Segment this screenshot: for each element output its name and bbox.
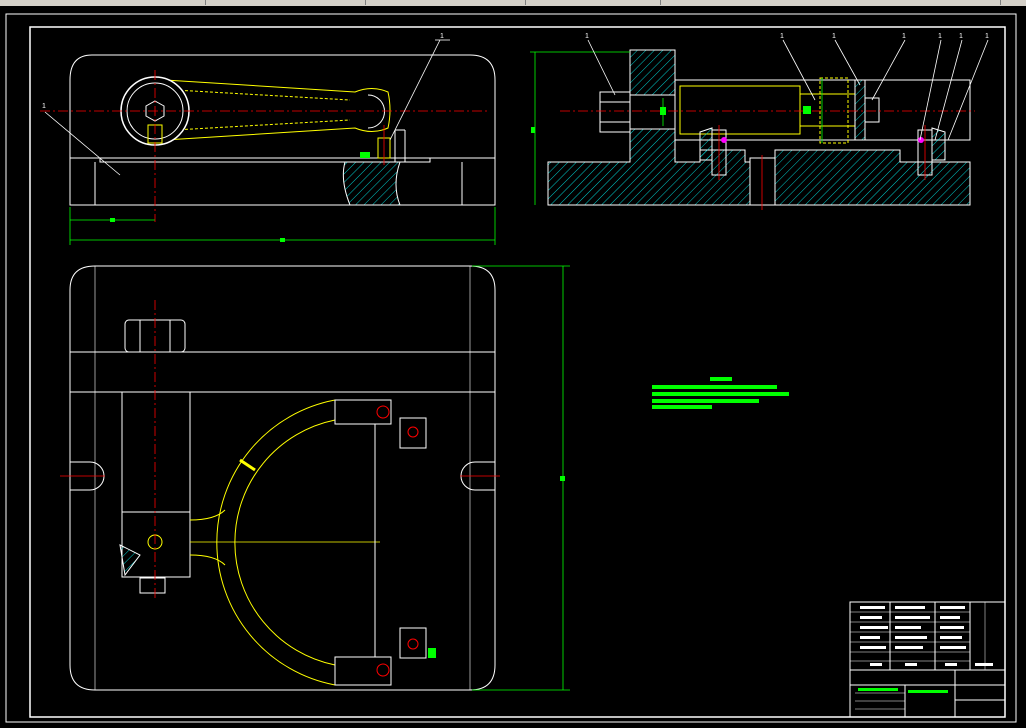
clamp-rib <box>239 458 256 472</box>
bolt-hole-icon <box>918 137 924 143</box>
dimension-value-marker <box>560 476 565 481</box>
clamp-jaw-top <box>334 399 392 425</box>
balloon-label: 1 <box>42 103 46 110</box>
toolbar-segment <box>205 0 366 5</box>
dimension-marker <box>360 152 370 158</box>
plan-view <box>60 265 570 691</box>
balloon-label: 1 <box>959 33 963 40</box>
seal-hatch <box>699 127 713 161</box>
locator-block <box>399 627 427 659</box>
bolt-hole-icon <box>407 638 419 650</box>
notes-heading <box>710 377 732 381</box>
section-hatch-area <box>342 161 401 206</box>
cylinder-end <box>121 511 191 578</box>
balloon-label: 1 <box>780 33 784 40</box>
plan-view-edges <box>94 266 471 690</box>
clamp-arm-icon <box>189 509 226 566</box>
title-block <box>849 601 1006 718</box>
plan-view-body-outline <box>69 265 496 691</box>
note-line <box>652 399 759 403</box>
balloon-label: 1 <box>938 33 942 40</box>
clamp-jaw-bottom <box>334 656 392 686</box>
dimension-value-marker <box>660 107 666 115</box>
note-line <box>652 405 712 409</box>
dimension-value-marker <box>428 648 436 658</box>
end-cap-hatch <box>854 79 866 141</box>
clamp-arm-hidden-lines <box>174 89 351 131</box>
section-view: 1 1 1 1 1 1 1 <box>530 33 989 210</box>
clamp-arc-inner <box>234 419 336 666</box>
dimension-value-marker <box>280 238 285 242</box>
support-post <box>394 129 406 162</box>
cad-drawing-canvas[interactable]: 1 1 1 1 1 1 1 1 1 <box>0 6 1026 728</box>
bolt-hole-icon <box>376 663 390 677</box>
bolt-shank <box>629 94 676 130</box>
bolt-hole-icon <box>407 426 419 438</box>
section-bore <box>749 157 776 206</box>
cylinder-block <box>121 391 191 513</box>
toolbar-segment <box>365 0 526 5</box>
dimension-value-marker <box>803 106 811 114</box>
toolbar-segment <box>525 0 661 5</box>
hex-nut-icon <box>599 91 631 133</box>
dimension-value-marker <box>110 218 115 222</box>
balloon-label: 1 <box>585 33 589 40</box>
bolt-hole-icon <box>376 405 390 419</box>
end-hatch <box>119 544 141 577</box>
balloon-label: 1 <box>440 33 444 40</box>
balloon-label: 1 <box>832 33 836 40</box>
front-view: 1 1 <box>40 33 496 245</box>
locator-block <box>399 417 427 449</box>
note-line <box>652 392 789 396</box>
seal-hatch <box>931 127 946 161</box>
bolt-hole-icon <box>721 137 727 143</box>
end-nut <box>139 577 166 594</box>
title-block-placeholder-text <box>858 606 993 693</box>
front-view-slot <box>70 157 495 163</box>
technical-notes <box>652 377 789 409</box>
toolbar-segment <box>660 0 1001 5</box>
clamp-arm-icon <box>164 79 391 141</box>
note-line <box>652 385 777 389</box>
balloon-label: 1 <box>985 33 989 40</box>
leader-line <box>587 39 616 96</box>
toolbar-segment <box>0 0 206 5</box>
leader-line <box>44 111 121 176</box>
clamp-hook <box>367 94 385 129</box>
balloon-label: 1 <box>902 33 906 40</box>
dimension-value-marker <box>531 127 535 133</box>
